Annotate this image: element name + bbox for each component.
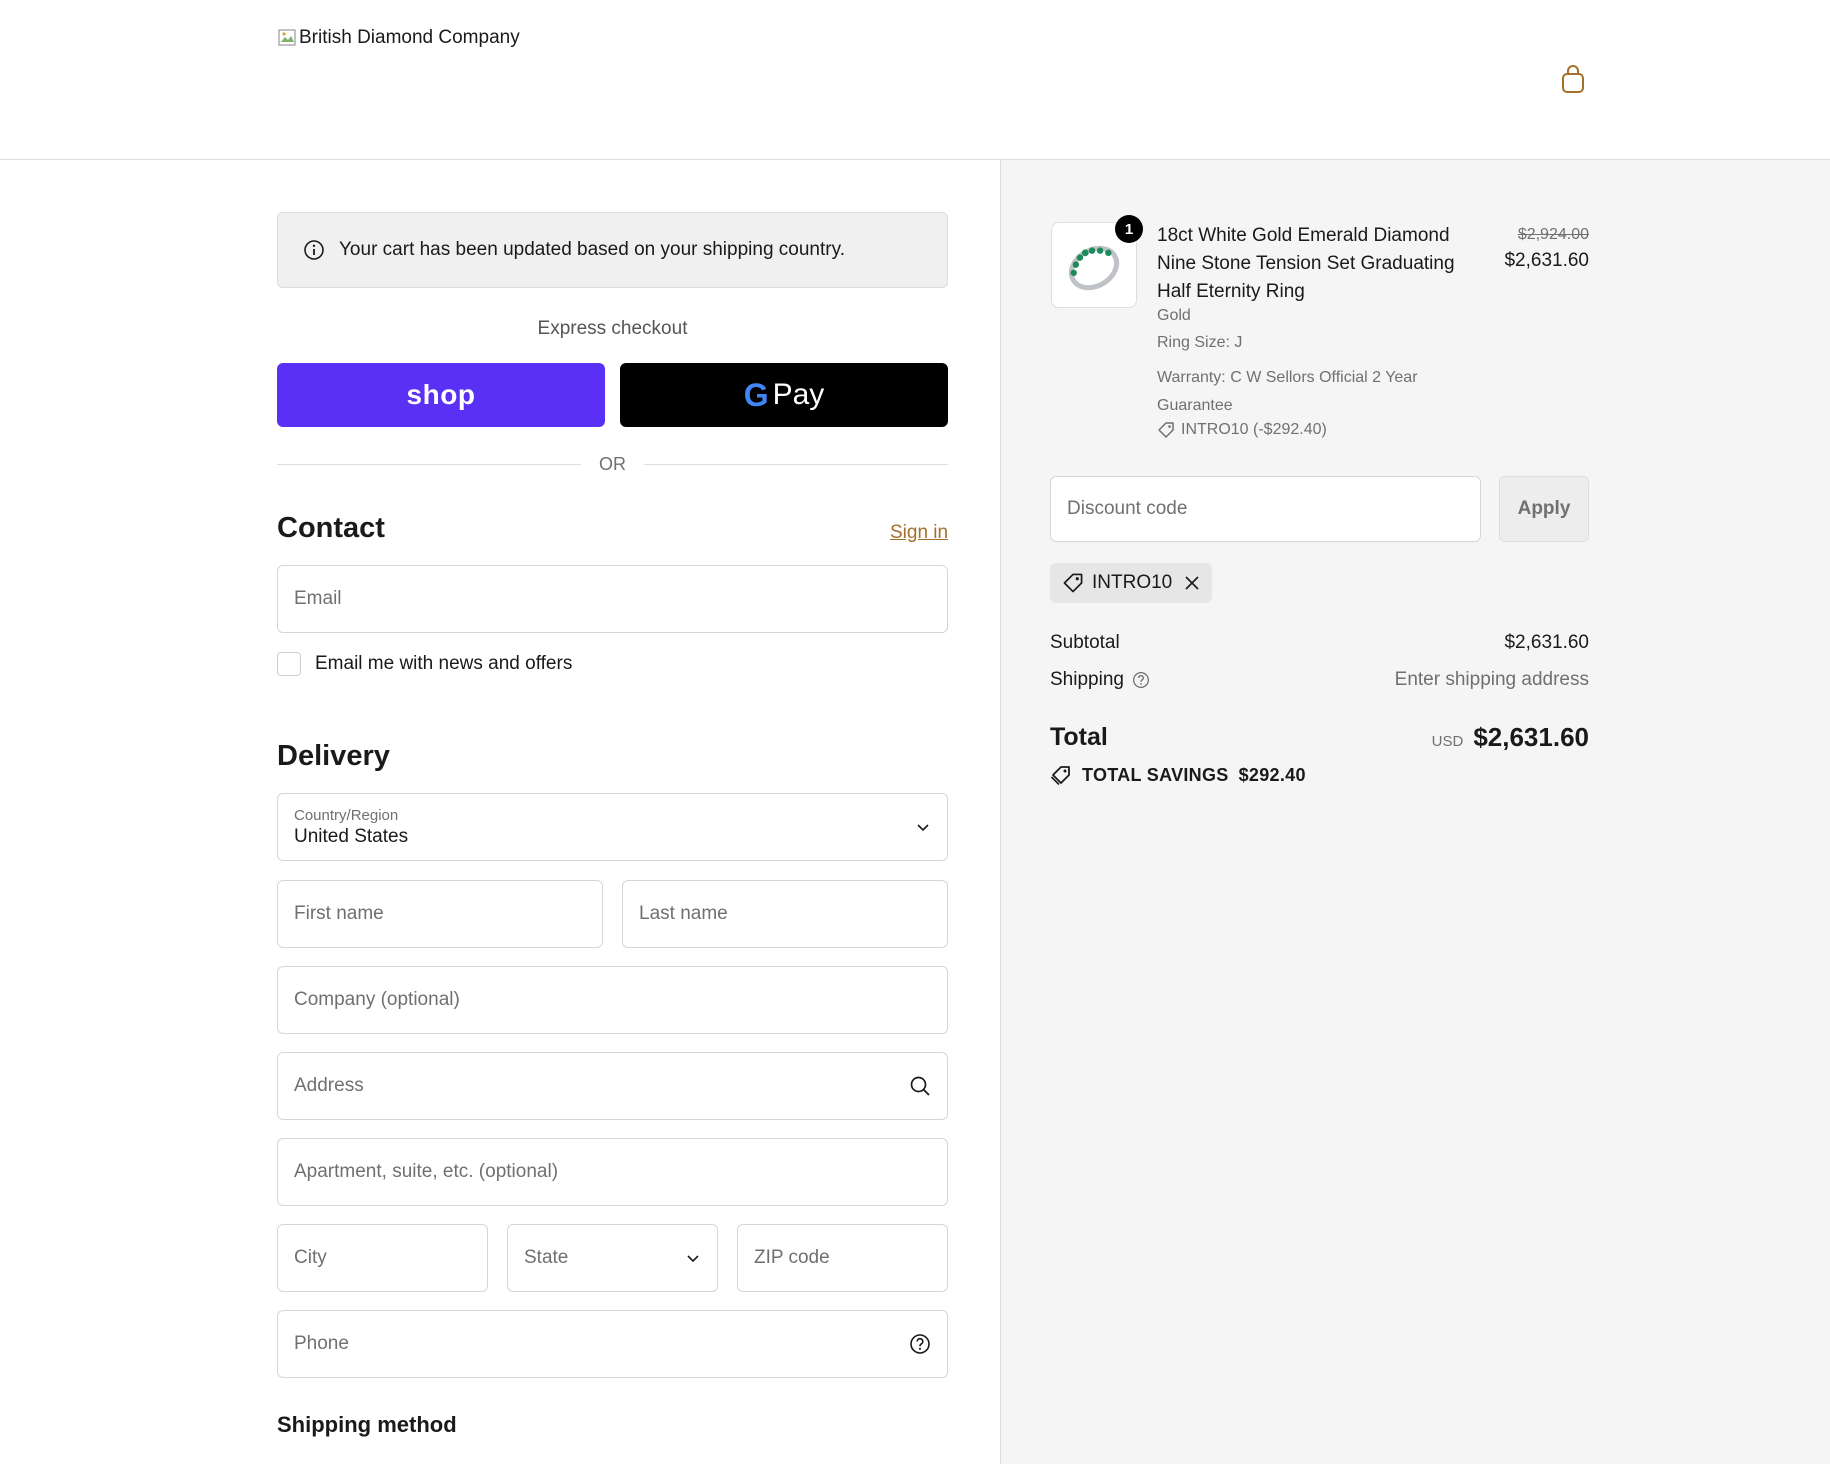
total-savings: TOTAL SAVINGS $292.40 [1050, 764, 1306, 786]
newsletter-checkbox[interactable] [277, 652, 301, 676]
subtotal-label: Subtotal [1050, 632, 1120, 653]
state-select[interactable]: State [507, 1224, 718, 1292]
total-value: $2,631.60 [1473, 722, 1589, 752]
first-name-placeholder: First name [294, 903, 384, 924]
tag-icon [1063, 573, 1083, 593]
total-label: Total [1050, 723, 1108, 751]
subtotal-value: $2,631.60 [1504, 632, 1589, 653]
company-placeholder: Company (optional) [294, 989, 460, 1010]
savings-tag-icon [1050, 766, 1070, 786]
google-pay-button[interactable]: G Pay [620, 363, 948, 427]
help-icon[interactable] [1132, 671, 1150, 689]
order-summary-panel [1000, 160, 1830, 1464]
info-icon [304, 240, 324, 260]
shipping-value: Enter shipping address [1394, 669, 1589, 690]
product-variant: Gold [1157, 307, 1191, 324]
delivery-title: Delivery [277, 740, 390, 772]
state-placeholder: State [524, 1247, 569, 1268]
product-title: 18ct White Gold Emerald Diamond Nine Sto… [1157, 225, 1455, 302]
broken-image-icon [277, 27, 299, 49]
product-discount-text: INTRO10 (-$292.40) [1181, 421, 1327, 438]
total-currency: USD [1431, 733, 1464, 750]
country-label: Country/Region [294, 806, 399, 824]
phone-field[interactable]: Phone [277, 1310, 948, 1378]
email-placeholder: Email [294, 588, 342, 609]
or-divider: OR [277, 452, 948, 476]
last-name-field[interactable]: Last name [622, 880, 948, 948]
product-discount: INTRO10 (-$292.40) [1157, 421, 1327, 439]
store-logo-alt-text: British Diamond Company [299, 27, 520, 48]
search-icon [909, 1075, 931, 1097]
or-label: OR [599, 453, 626, 474]
header: British Diamond Company [0, 0, 1830, 160]
shipping-label: Shipping [1050, 669, 1124, 690]
store-logo[interactable]: British Diamond Company [277, 27, 520, 49]
company-field[interactable]: Company (optional) [277, 966, 948, 1034]
zip-placeholder: ZIP code [754, 1247, 830, 1268]
total-savings-label: TOTAL SAVINGS [1082, 764, 1229, 785]
remove-discount-icon[interactable] [1184, 575, 1200, 591]
address-placeholder: Address [294, 1075, 364, 1096]
help-icon[interactable] [909, 1333, 931, 1355]
discount-code-input[interactable]: Discount code [1050, 476, 1481, 542]
shipping-method-title: Shipping method [277, 1412, 457, 1437]
applied-discount-chip: INTRO10 [1050, 563, 1213, 603]
shipping-row: Shipping Enter shipping address [1050, 669, 1589, 691]
apply-discount-button[interactable]: Apply [1499, 476, 1589, 542]
google-g-icon: G [743, 376, 769, 413]
cart-button[interactable] [1558, 62, 1588, 96]
apartment-field[interactable]: Apartment, suite, etc. (optional) [277, 1138, 948, 1206]
phone-placeholder: Phone [294, 1333, 349, 1354]
price-current: $2,631.60 [1504, 250, 1589, 271]
price-original: $2,924.00 [1517, 226, 1589, 243]
subtotal-row: Subtotal $2,631.60 [1050, 632, 1589, 654]
last-name-placeholder: Last name [639, 903, 728, 924]
product-ring-size: Ring Size: J [1157, 334, 1243, 351]
city-field[interactable]: City [277, 1224, 488, 1292]
zip-field[interactable]: ZIP code [737, 1224, 948, 1292]
total-savings-value: $292.40 [1238, 764, 1306, 785]
express-checkout-label: Express checkout [537, 318, 688, 339]
chevron-down-icon [685, 1250, 701, 1266]
shop-pay-button[interactable]: shop [277, 363, 605, 427]
google-pay-label: Pay [772, 378, 825, 411]
product-warranty-cont: Guarantee [1157, 397, 1233, 414]
first-name-field[interactable]: First name [277, 880, 603, 948]
discount-code-placeholder: Discount code [1067, 498, 1188, 519]
contact-title: Contact [277, 512, 385, 544]
notice-text: Your cart has been updated based on your… [339, 239, 845, 260]
city-placeholder: City [294, 1247, 327, 1268]
ring-image-icon [1068, 245, 1120, 291]
shopping-bag-icon [1562, 65, 1584, 93]
total-row: Total USD $2,631.60 [1050, 722, 1589, 753]
apartment-placeholder: Apartment, suite, etc. (optional) [294, 1161, 559, 1182]
country-value: United States [294, 825, 409, 847]
email-field[interactable]: Email [277, 565, 948, 633]
shop-pay-label: shop [406, 379, 476, 410]
address-field[interactable]: Address [277, 1052, 948, 1120]
newsletter-row[interactable]: Email me with news and offers [277, 652, 572, 676]
newsletter-label: Email me with news and offers [315, 653, 573, 674]
cart-updated-notice: Your cart has been updated based on your… [277, 212, 948, 288]
tag-icon [1158, 422, 1174, 438]
sign-in-link[interactable]: Sign in [890, 522, 948, 544]
quantity-badge: 1 [1115, 215, 1143, 243]
applied-code: INTRO10 [1092, 572, 1173, 593]
country-select[interactable]: Country/Region United States [277, 793, 948, 861]
chevron-down-icon [915, 819, 931, 835]
product-warranty: Warranty: C W Sellors Official 2 Year [1157, 369, 1418, 386]
